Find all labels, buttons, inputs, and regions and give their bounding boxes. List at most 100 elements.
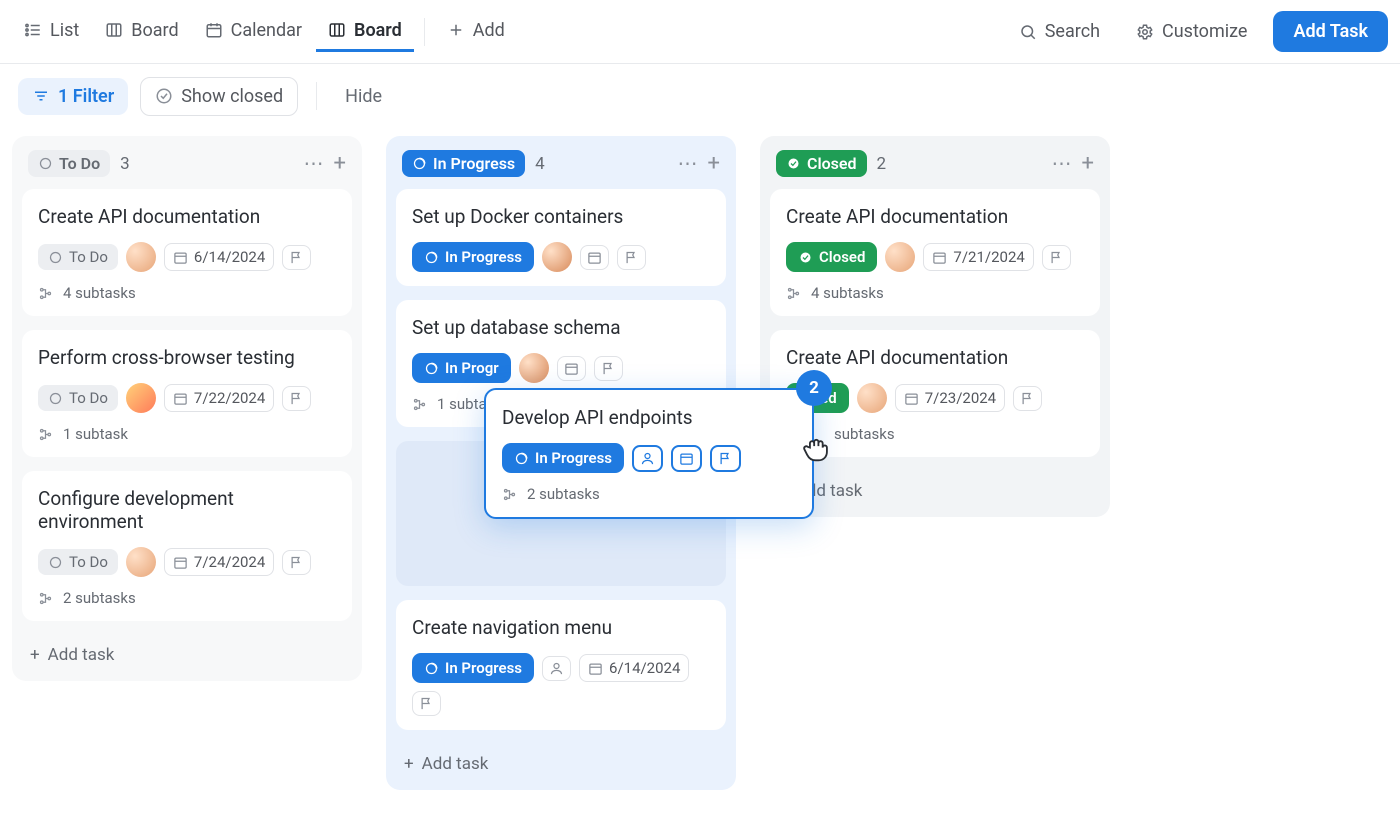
add-task-button[interactable]: + Add task: [770, 471, 1100, 511]
add-task-label: Add task: [422, 754, 489, 774]
task-subtasks[interactable]: 2 subtasks: [38, 589, 336, 607]
assignee-avatar[interactable]: [542, 242, 572, 272]
task-status-chip[interactable]: Closed: [786, 242, 877, 272]
task-date[interactable]: [557, 356, 586, 381]
add-task-button[interactable]: + Add task: [396, 744, 726, 784]
assignee-empty[interactable]: [542, 656, 571, 681]
task-date[interactable]: 7/21/2024: [923, 243, 1033, 271]
progress-icon: [424, 361, 439, 376]
column-name: To Do: [59, 154, 100, 173]
task-priority[interactable]: [617, 245, 646, 270]
column-add[interactable]: [334, 153, 346, 175]
calendar-icon: [173, 391, 188, 406]
task-date[interactable]: 6/14/2024: [164, 243, 274, 271]
filter-label: 1 Filter: [58, 86, 114, 107]
circle-dashed-icon: [48, 250, 63, 265]
task-date[interactable]: 6/14/2024: [579, 654, 689, 682]
task-status-label: To Do: [69, 553, 108, 571]
task-card[interactable]: Create navigation menu In Progress 6/14/…: [396, 600, 726, 730]
task-priority[interactable]: [594, 356, 623, 381]
customize-action[interactable]: Customize: [1126, 15, 1257, 48]
task-priority[interactable]: [282, 550, 311, 575]
view-calendar[interactable]: Calendar: [193, 12, 314, 52]
task-title: Set up Docker containers: [412, 205, 710, 228]
task-priority[interactable]: [1042, 245, 1071, 270]
search-action[interactable]: Search: [1009, 15, 1110, 48]
column-status-chip[interactable]: Closed: [776, 150, 867, 177]
task-subtasks[interactable]: 4 subtasks: [786, 284, 1084, 302]
task-status-label: In Progr: [445, 359, 499, 377]
assignee-empty[interactable]: [632, 445, 663, 472]
calendar-icon: [173, 555, 188, 570]
task-date[interactable]: 7/24/2024: [164, 548, 274, 576]
task-card[interactable]: Set up Docker containers In Progress: [396, 189, 726, 286]
progress-icon: [424, 250, 439, 265]
progress-icon: [412, 156, 427, 171]
calendar-icon: [173, 250, 188, 265]
column-status-chip[interactable]: To Do: [28, 150, 110, 177]
task-status-chip[interactable]: In Progress: [502, 443, 624, 473]
assignee-avatar[interactable]: [519, 353, 549, 383]
plus-icon: [447, 21, 465, 39]
assignee-avatar[interactable]: [126, 547, 156, 577]
hide-button[interactable]: Hide: [335, 80, 392, 113]
task-subtasks[interactable]: 2 subtasks: [502, 485, 796, 503]
flag-icon: [601, 361, 616, 376]
view-list[interactable]: List: [12, 12, 91, 52]
task-title: Create API documentation: [38, 205, 336, 228]
task-card[interactable]: Create API documentation Closed 7/21/202…: [770, 189, 1100, 316]
task-date[interactable]: [671, 445, 702, 472]
task-priority[interactable]: [1013, 386, 1042, 411]
add-view[interactable]: Add: [435, 12, 517, 52]
gear-icon: [1136, 23, 1154, 41]
assignee-avatar[interactable]: [126, 383, 156, 413]
column-menu[interactable]: [1052, 153, 1072, 175]
view-board-alt-label: Board: [131, 20, 178, 41]
view-board-alt[interactable]: Board: [93, 12, 190, 52]
task-card[interactable]: Perform cross-browser testing To Do 7/22…: [22, 330, 352, 457]
add-task-button[interactable]: Add Task: [1273, 11, 1388, 52]
assignee-avatar[interactable]: [126, 242, 156, 272]
task-status-label: Closed: [819, 248, 865, 266]
task-priority[interactable]: [282, 245, 311, 270]
task-date[interactable]: 7/23/2024: [895, 384, 1005, 412]
task-date[interactable]: [580, 245, 609, 270]
task-status-chip[interactable]: To Do: [38, 244, 118, 270]
assignee-avatar[interactable]: [885, 242, 915, 272]
task-title: Configure development environment: [38, 487, 336, 533]
task-status-chip[interactable]: In Progress: [412, 653, 534, 683]
dragging-task-card[interactable]: Develop API endpoints In Progress 2 subt…: [484, 388, 814, 519]
task-subtasks-label: 1 subtask: [63, 425, 128, 443]
task-date[interactable]: 7/22/2024: [164, 384, 274, 412]
view-board-active[interactable]: Board: [316, 12, 414, 52]
task-card[interactable]: Configure development environment To Do …: [22, 471, 352, 621]
task-card[interactable]: Create API documentation To Do 6/14/2024…: [22, 189, 352, 316]
task-status-chip[interactable]: In Progress: [412, 242, 534, 272]
column-status-chip[interactable]: In Progress: [402, 150, 525, 177]
column-menu[interactable]: [304, 153, 324, 175]
column-count: 2: [877, 154, 887, 174]
task-subtasks[interactable]: 1 subtask: [38, 425, 336, 443]
task-date-label: 7/21/2024: [953, 248, 1024, 266]
flag-icon: [289, 391, 304, 406]
column-menu[interactable]: [678, 153, 698, 175]
calendar-icon: [564, 361, 579, 376]
task-priority[interactable]: [710, 445, 741, 472]
task-status-label: In Progress: [445, 659, 522, 677]
task-status-label: To Do: [69, 389, 108, 407]
view-board-active-label: Board: [354, 20, 402, 41]
show-closed-toggle[interactable]: Show closed: [140, 77, 298, 116]
filter-pill[interactable]: 1 Filter: [18, 78, 128, 115]
task-date-label: 7/23/2024: [925, 389, 996, 407]
task-status-chip[interactable]: To Do: [38, 549, 118, 575]
column-add[interactable]: [708, 153, 720, 175]
task-priority[interactable]: [412, 691, 441, 716]
task-subtasks[interactable]: 4 subtasks: [38, 284, 336, 302]
task-status-chip[interactable]: To Do: [38, 385, 118, 411]
add-task-button[interactable]: + Add task: [22, 635, 352, 675]
task-status-chip[interactable]: In Progr: [412, 353, 511, 383]
add-task-label: Add task: [48, 645, 115, 665]
assignee-avatar[interactable]: [857, 383, 887, 413]
task-priority[interactable]: [282, 386, 311, 411]
column-add[interactable]: [1082, 153, 1094, 175]
